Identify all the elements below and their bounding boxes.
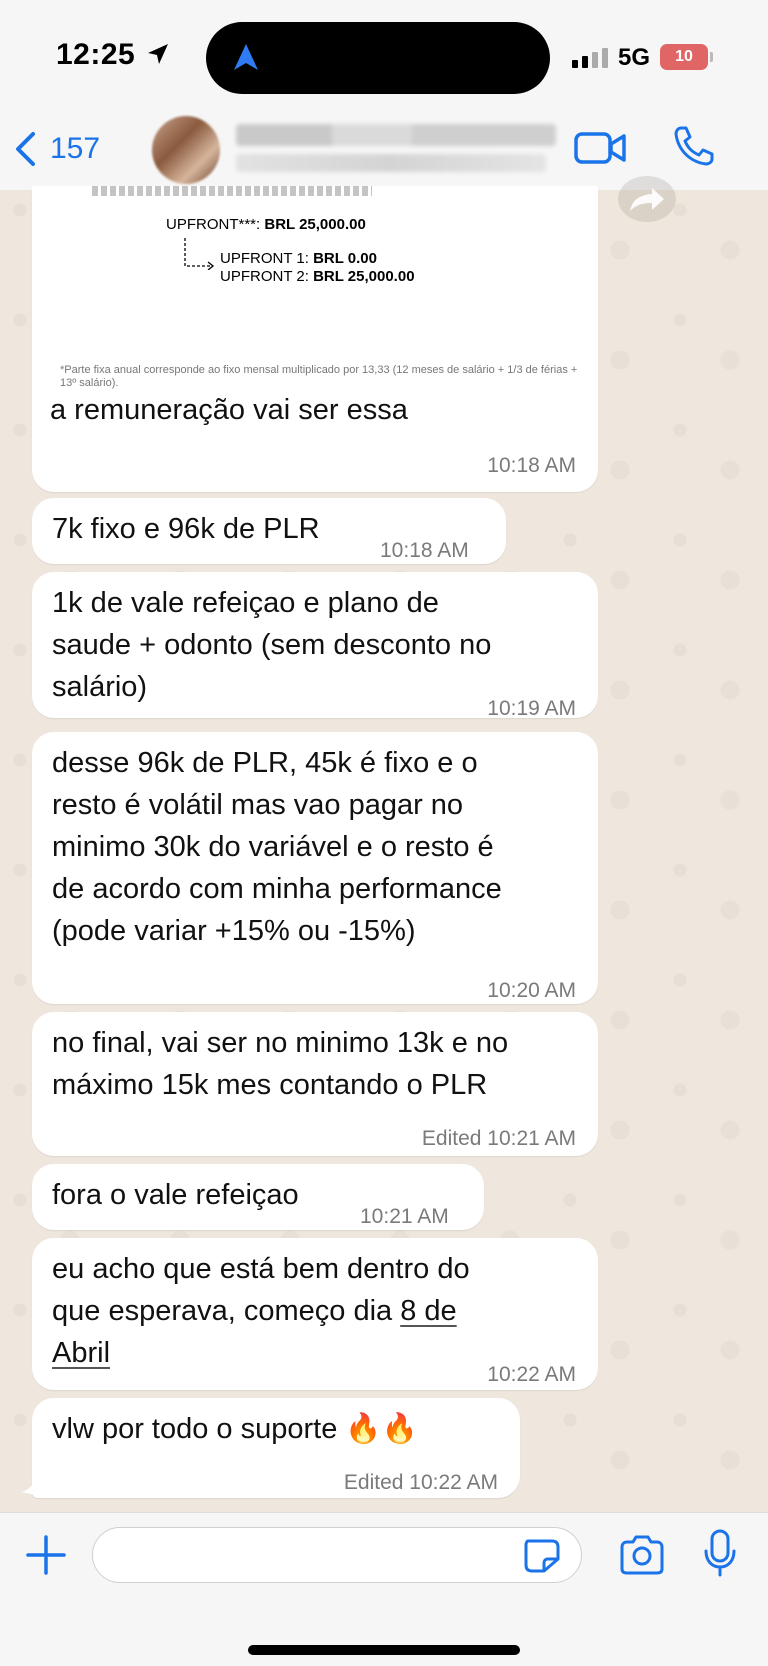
message-input[interactable] [92, 1527, 582, 1583]
contact-name-redacted[interactable] [236, 124, 556, 146]
message-time: 10:20 AM [487, 979, 576, 1002]
message-line: salário) [52, 671, 148, 703]
upfront1-value: BRL 0.00 [313, 250, 377, 267]
message-line: desse 96k de PLR, 45k é fixo e o [52, 747, 478, 779]
message-time: 10:21 AM [360, 1205, 449, 1228]
image-footnote: *Parte fixa anual corresponde ao fixo me… [60, 364, 578, 389]
message-text: desse 96k de PLR, 45k é fixo e o resto é… [52, 742, 502, 952]
message-text: vlw por todo o suporte 🔥🔥 [52, 1413, 418, 1445]
bubble-tail [22, 1472, 52, 1495]
back-count: 157 [50, 132, 101, 165]
message-time: 10:22 AM [487, 1363, 576, 1386]
signal-icon [572, 48, 608, 68]
message-bubble[interactable]: 7k fixo e 96k de PLR 10:18 AM [32, 498, 506, 564]
phone-call-button[interactable] [672, 124, 716, 168]
message-line: minimo 30k do variável e o resto é [52, 831, 494, 863]
battery-indicator: 10 [660, 44, 708, 70]
video-call-button[interactable] [574, 128, 626, 168]
branch-arrow-icon [184, 238, 215, 270]
message-bubble[interactable]: fora o vale refeiçao 10:21 AM [32, 1164, 484, 1230]
image-caption: a remuneração vai ser essa [50, 394, 408, 426]
message-line: que esperava, começo dia 8 de [52, 1290, 470, 1332]
message-time: 10:19 AM [487, 697, 576, 720]
message-text: eu acho que está bem dentro do que esper… [52, 1248, 470, 1374]
maps-a-icon [234, 44, 258, 70]
message-time: Edited 10:21 AM [421, 1127, 576, 1150]
message-bubble[interactable]: eu acho que está bem dentro do que esper… [32, 1238, 598, 1390]
message-line: (pode variar +15% ou -15%) [52, 915, 416, 947]
message-line: eu acho que está bem dentro do [52, 1253, 470, 1285]
message-text: 1k de vale refeiçao e plano de saude + o… [52, 582, 491, 708]
image-message[interactable]: UPFRONT***: BRL 25,000.00 UPFRONT 1: BRL… [32, 186, 598, 492]
contact-status-redacted [236, 154, 546, 172]
image-upfront2-line: UPFRONT 2: BRL 25,000.00 [220, 268, 415, 285]
upfront1-label: UPFRONT 1: [220, 250, 309, 267]
upfront2-label: UPFRONT 2: [220, 268, 309, 285]
message-time: Edited 10:22 AM [343, 1471, 498, 1494]
upfront-value: BRL 25,000.00 [264, 216, 366, 233]
contact-avatar[interactable] [152, 116, 220, 184]
status-bar: 12:25 5G 10 [0, 0, 768, 110]
message-bubble[interactable]: desse 96k de PLR, 45k é fixo e o resto é… [32, 732, 598, 1004]
message-line: resto é volátil mas vao pagar no [52, 789, 464, 821]
dynamic-island [206, 22, 550, 94]
image-upfront1-line: UPFRONT 1: BRL 0.00 [220, 250, 377, 267]
message-time: 10:18 AM [487, 454, 576, 477]
date-link[interactable]: 8 de [400, 1295, 456, 1327]
microphone-icon[interactable] [702, 1529, 738, 1579]
compensation-image[interactable]: UPFRONT***: BRL 25,000.00 UPFRONT 1: BRL… [32, 186, 598, 396]
message-bubble[interactable]: no final, vai ser no minimo 13k e no máx… [32, 1012, 598, 1156]
network-type: 5G [618, 44, 651, 71]
message-line: Abril [52, 1332, 470, 1374]
chevron-left-icon [16, 132, 35, 166]
message-time: 10:18 AM [380, 539, 469, 562]
composer-bar [0, 1512, 768, 1666]
battery-tip [710, 52, 713, 62]
message-bubble[interactable]: vlw por todo o suporte 🔥🔥 Edited 10:22 A… [32, 1398, 520, 1498]
camera-icon[interactable] [618, 1533, 666, 1577]
date-link[interactable]: Abril [52, 1337, 110, 1369]
sticker-icon[interactable] [522, 1537, 562, 1575]
message-line: máximo 15k mes contando o PLR [52, 1069, 488, 1101]
message-line: no final, vai ser no minimo 13k e no [52, 1027, 509, 1059]
back-button[interactable]: 157 [14, 124, 100, 174]
upfront2-value: BRL 25,000.00 [313, 268, 415, 285]
location-arrow-icon [148, 44, 168, 64]
message-text: no final, vai ser no minimo 13k e no máx… [52, 1022, 508, 1106]
status-time: 12:25 [56, 38, 136, 71]
image-cropped-text [92, 186, 372, 196]
plus-icon[interactable] [24, 1533, 68, 1577]
forward-icon[interactable] [618, 176, 676, 222]
message-line: de acordo com minha performance [52, 873, 502, 905]
image-upfront-line: UPFRONT***: BRL 25,000.00 [166, 216, 366, 233]
home-indicator[interactable] [248, 1645, 520, 1655]
message-line-text: que esperava, começo dia [52, 1295, 401, 1327]
message-text: 7k fixo e 96k de PLR [52, 513, 320, 545]
upfront-label: UPFRONT***: [166, 216, 261, 233]
message-line: saude + odonto (sem desconto no [52, 629, 492, 661]
message-text: fora o vale refeiçao [52, 1179, 299, 1211]
message-line: 1k de vale refeiçao e plano de [52, 587, 439, 619]
message-bubble[interactable]: 1k de vale refeiçao e plano de saude + o… [32, 572, 598, 720]
